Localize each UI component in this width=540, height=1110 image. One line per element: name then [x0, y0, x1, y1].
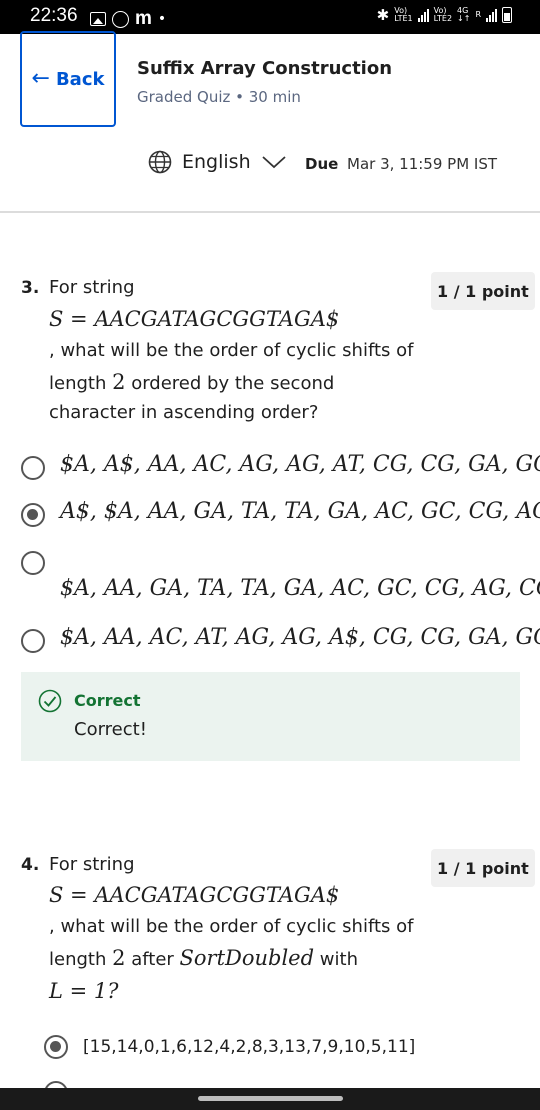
question-4-line1: For string	[49, 854, 135, 875]
due-date: Mar 3, 11:59 PM IST	[347, 155, 498, 173]
question-4-line3: length 2 after SortDoubled with	[49, 946, 358, 970]
back-button[interactable]: ← Back	[20, 31, 116, 127]
question-4-line2: , what will be the order of cyclic shift…	[49, 916, 414, 937]
radio-button[interactable]	[21, 551, 45, 575]
radio-button-selected[interactable]	[21, 503, 45, 527]
option-label: A$, $A, AA, GA, TA, TA, GA, AC, GC, CG, …	[60, 499, 540, 524]
question-3-option-1[interactable]: $A, A$, AA, AC, AG, AG, AT, CG, CG, GA, …	[0, 447, 540, 487]
globe-icon	[148, 150, 172, 174]
system-icons: ✱ Vo) LTE1 Vo) LTE2 4G ↓↑ R	[377, 7, 512, 23]
roaming-label: R	[475, 10, 481, 19]
question-3-option-2[interactable]: A$, $A, AA, GA, TA, TA, GA, AC, GC, CG, …	[0, 494, 540, 534]
question-3-option-3[interactable]: $A, AA, GA, TA, TA, GA, AC, GC, CG, AG, …	[0, 543, 540, 613]
whatsapp-icon	[112, 10, 129, 28]
question-4-points-badge: 1 / 1 point	[431, 849, 535, 887]
battery-icon	[502, 7, 512, 23]
header-divider	[0, 211, 540, 213]
system-navigation-bar	[0, 1088, 540, 1110]
question-3-line4: character in ascending order?	[49, 402, 319, 423]
question-3-line3: length 2 ordered by the second	[49, 370, 335, 394]
option-label: $A, A$, AA, AC, AG, AG, AT, CG, CG, GA, …	[60, 452, 540, 477]
signal-sim1-icon	[417, 8, 429, 22]
back-label: Back	[55, 68, 105, 90]
question-4-number: 4.	[21, 855, 40, 875]
feedback-title: Correct	[74, 691, 141, 710]
page-title: Suffix Array Construction	[137, 58, 393, 79]
question-3-math: S = AACGATAGCGGTAGA$	[49, 307, 340, 331]
notification-icons: m •	[90, 8, 166, 30]
due-label: Due	[305, 155, 339, 173]
status-bar: 22:36 m • ✱ Vo) LTE1 Vo) LTE2 4G ↓↑ R	[0, 0, 540, 34]
question-3-line2: , what will be the order of cyclic shift…	[49, 340, 414, 361]
gallery-icon	[90, 12, 106, 26]
radio-button[interactable]	[21, 629, 45, 653]
network-type: 4G ↓↑	[457, 6, 471, 23]
question-4-line4: L = 1?	[49, 979, 119, 1003]
option-label: $A, AA, GA, TA, TA, GA, AC, GC, CG, AG, …	[60, 576, 540, 601]
signal-sim2-icon	[486, 8, 497, 22]
arrow-left-icon: ←	[31, 66, 50, 91]
check-circle-icon	[38, 689, 62, 713]
gmail-icon: m	[135, 8, 152, 29]
question-4-math: S = AACGATAGCGGTAGA$	[49, 883, 340, 907]
option-label: [15,14,0,1,6,12,4,2,8,3,13,7,9,10,5,11]	[83, 1037, 416, 1057]
feedback-box: Correct Correct!	[21, 672, 520, 761]
status-time: 22:36	[30, 5, 78, 26]
home-gesture-handle[interactable]	[198, 1096, 343, 1101]
chevron-down-icon	[262, 156, 286, 169]
more-notifications-dot: •	[157, 11, 167, 27]
bluetooth-icon: ✱	[376, 5, 390, 24]
language-selector[interactable]: English	[148, 150, 287, 174]
question-3-number: 3.	[21, 278, 40, 298]
option-label: $A, AA, AC, AT, AG, AG, A$, CG, CG, GA, …	[60, 625, 540, 650]
quiz-subtitle: Graded Quiz • 30 min	[137, 88, 301, 106]
language-label: English	[182, 151, 251, 173]
radio-button-selected[interactable]	[44, 1035, 68, 1059]
question-3-points-badge: 1 / 1 point	[431, 272, 535, 310]
question-3-option-4[interactable]: $A, AA, AC, AT, AG, AG, A$, CG, CG, GA, …	[0, 620, 540, 660]
sim2-label: Vo) LTE2	[433, 6, 453, 23]
feedback-text: Correct!	[74, 719, 147, 740]
question-4-option-1[interactable]: [15,14,0,1,6,12,4,2,8,3,13,7,9,10,5,11]	[0, 1027, 540, 1067]
question-3-line1: For string	[49, 277, 135, 298]
radio-button[interactable]	[21, 456, 45, 480]
sim1-label: Vo) LTE1	[394, 6, 413, 23]
